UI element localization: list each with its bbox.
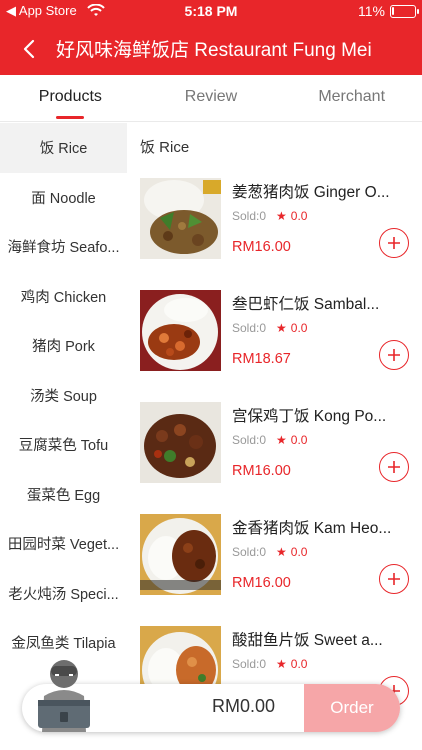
category-soup[interactable]: 汤类 Soup (0, 371, 127, 421)
product-name: 姜葱猪肉饭 Ginger O... (232, 184, 390, 201)
product-meta: Sold:0 ★ 0.0 (232, 545, 307, 559)
star-icon: ★ (276, 545, 287, 559)
nav-bar: 好风味海鲜饭店 Restaurant Fung Mei (0, 26, 422, 72)
category-label: 海鲜食坊 Seafo... (7, 240, 120, 257)
category-seafood[interactable]: 海鲜食坊 Seafo... (0, 222, 127, 272)
product-photo (140, 178, 221, 259)
rating-value: 0.0 (290, 321, 308, 335)
section-title: 饭 Rice (140, 139, 190, 156)
product-item[interactable]: 姜葱猪肉饭 Ginger O... Sold:0 ★ 0.0 RM16.00 (127, 178, 422, 290)
app-header: ◀ App Store 5:18 PM 11% 好风味海鲜饭店 Restaura… (0, 0, 422, 75)
category-special-soup[interactable]: 老火炖汤 Speci... (0, 569, 127, 619)
category-label: 饭 Rice (39, 141, 88, 158)
back-button[interactable] (14, 32, 44, 66)
tab-bar: Products Review Merchant (0, 75, 422, 122)
product-item[interactable]: 金香猪肉饭 Kam Heo... Sold:0 ★ 0.0 RM16.00 (127, 514, 422, 626)
star-icon: ★ (276, 433, 287, 447)
sold-count: Sold:0 (232, 657, 267, 671)
star-icon: ★ (276, 321, 287, 335)
product-meta: Sold:0 ★ 0.0 (232, 657, 307, 671)
product-name: 酸甜鱼片饭 Sweet a... (232, 632, 383, 649)
cart-avatar-icon[interactable] (34, 656, 94, 732)
product-photo (140, 402, 221, 483)
plus-icon (388, 237, 400, 249)
product-photo (140, 290, 221, 371)
rating-value: 0.0 (290, 545, 308, 559)
product-meta: Sold:0 ★ 0.0 (232, 321, 307, 335)
category-pork[interactable]: 猪肉 Pork (0, 321, 127, 371)
sold-count: Sold:0 (232, 209, 267, 223)
product-item[interactable]: 宫保鸡丁饭 Kong Po... Sold:0 ★ 0.0 RM16.00 (127, 402, 422, 514)
category-tofu[interactable]: 豆腐菜色 Tofu (0, 420, 127, 470)
category-label: 金凤鱼类 Tilapia (11, 636, 116, 653)
add-to-cart-button[interactable] (379, 564, 409, 594)
star-icon: ★ (276, 209, 287, 223)
category-label: 猪肉 Pork (32, 339, 95, 356)
product-list: 饭 Rice 姜葱猪肉饭 Ginger O... Sold:0 ★ 0.0 RM1… (127, 123, 422, 750)
chevron-left-icon (23, 39, 35, 59)
category-rice[interactable]: 饭 Rice (0, 123, 127, 173)
product-name: 金香猪肉饭 Kam Heo... (232, 520, 392, 537)
battery-icon (390, 4, 419, 18)
product-meta: Sold:0 ★ 0.0 (232, 209, 307, 223)
tab-products[interactable]: Products (0, 75, 141, 121)
status-bar: ◀ App Store 5:18 PM 11% (0, 0, 422, 24)
cart-total: RM0.00 (212, 696, 276, 716)
order-button[interactable]: Order (304, 684, 400, 732)
product-name: 宫保鸡丁饭 Kong Po... (232, 408, 387, 425)
product-meta: Sold:0 ★ 0.0 (232, 433, 307, 447)
tab-merchant[interactable]: Merchant (281, 75, 422, 121)
category-chicken[interactable]: 鸡肉 Chicken (0, 272, 127, 322)
product-price: RM18.67 (232, 351, 291, 367)
category-egg[interactable]: 蛋菜色 Egg (0, 470, 127, 520)
add-to-cart-button[interactable] (379, 228, 409, 258)
category-label: 汤类 Soup (30, 388, 97, 405)
sold-count: Sold:0 (232, 545, 267, 559)
add-to-cart-button[interactable] (379, 340, 409, 370)
product-price: RM16.00 (232, 575, 291, 591)
category-label: 豆腐菜色 Tofu (18, 438, 109, 455)
product-item[interactable]: 叁巴虾仁饭 Sambal... Sold:0 ★ 0.0 RM18.67 (127, 290, 422, 402)
tab-review[interactable]: Review (141, 75, 282, 121)
plus-icon (388, 461, 400, 473)
product-name: 叁巴虾仁饭 Sambal... (232, 296, 380, 313)
category-label: 田园时菜 Veget... (7, 537, 120, 554)
sold-count: Sold:0 (232, 433, 267, 447)
category-vegetable[interactable]: 田园时菜 Veget... (0, 519, 127, 569)
plus-icon (388, 349, 400, 361)
rating-value: 0.0 (290, 433, 308, 447)
product-price: RM16.00 (232, 239, 291, 255)
plus-icon (388, 573, 400, 585)
category-label: 面 Noodle (31, 190, 96, 207)
star-icon: ★ (276, 657, 287, 671)
add-to-cart-button[interactable] (379, 452, 409, 482)
battery-level (392, 6, 394, 15)
product-price: RM16.00 (232, 463, 291, 479)
product-photo (140, 514, 221, 595)
category-label: 蛋菜色 Egg (26, 487, 101, 504)
battery-percent: 11% (358, 3, 385, 19)
sold-count: Sold:0 (232, 321, 267, 335)
category-label: 老火炖汤 Speci... (8, 586, 119, 603)
category-noodle[interactable]: 面 Noodle (0, 173, 127, 223)
rating-value: 0.0 (290, 657, 308, 671)
category-label: 鸡肉 Chicken (20, 289, 107, 306)
page-title: 好风味海鲜饭店 Restaurant Fung Mei (56, 40, 372, 61)
rating-value: 0.0 (290, 209, 308, 223)
